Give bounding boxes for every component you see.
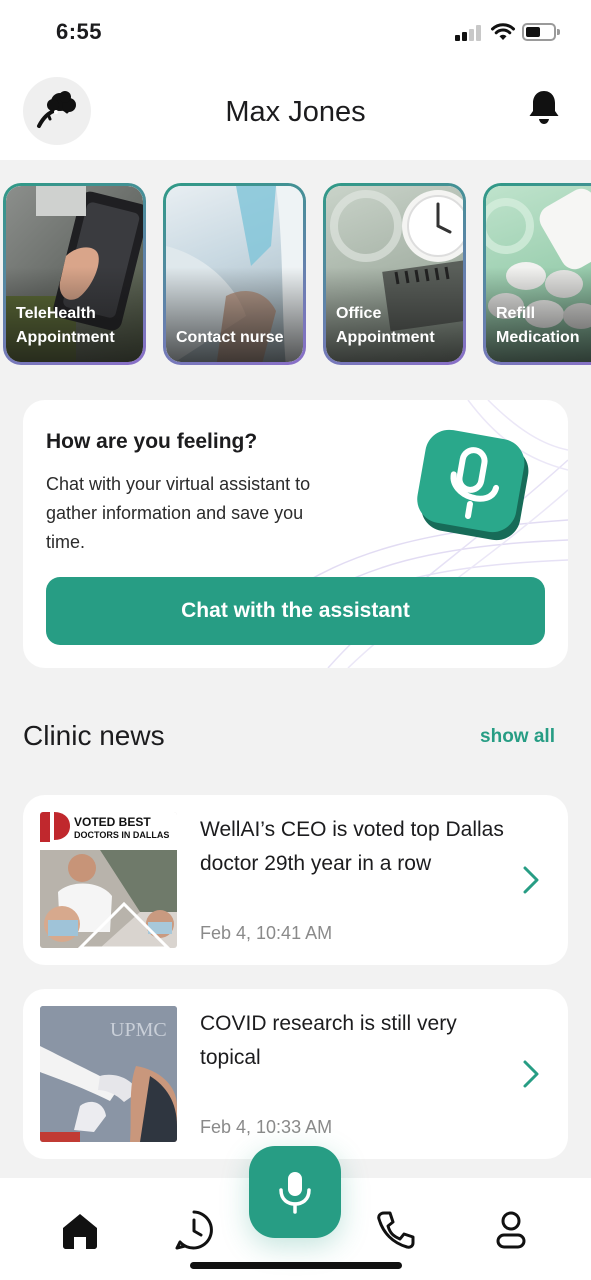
tab-profile[interactable] [489, 1208, 533, 1252]
home-icon [63, 1214, 97, 1249]
news-thumbnail: VOTED BEST DOCTORS IN DALLAS [40, 812, 177, 948]
bell-icon[interactable] [526, 88, 562, 126]
chevron-right-icon [523, 1060, 539, 1088]
chevron-right-icon [523, 866, 539, 894]
assistant-description: Chat with your virtual assistant to gath… [46, 474, 311, 552]
assistant-card: How are you feeling? Chat with your virt… [23, 400, 568, 668]
quick-action-telehealth[interactable]: TeleHealth Appointment [3, 183, 146, 365]
news-headline: COVID research is still very topical [200, 1012, 457, 1069]
thumbnail-caption: UPMC [110, 1019, 167, 1041]
quick-action-refill-medication[interactable]: Refill Medication [483, 183, 591, 365]
cellular-signal-icon [455, 25, 483, 41]
quick-action-contact-nurse[interactable]: Contact nurse [163, 183, 306, 365]
quick-action-label-line2: Medication [496, 329, 580, 346]
home-indicator [190, 1262, 402, 1269]
user-name: Max Jones [225, 96, 366, 128]
clinic-news-title: Clinic news [23, 720, 165, 751]
quick-action-label-line2: Contact nurse [176, 329, 284, 346]
phone-icon [377, 1211, 415, 1249]
assistant-title: How are you feeling? [46, 430, 258, 453]
status-bar: 6:55 [0, 0, 591, 64]
wifi-icon [491, 23, 515, 40]
news-headline: WellAI’s CEO is voted top Dallas doctor … [200, 818, 504, 875]
microphone-icon [279, 1172, 311, 1214]
show-all-link[interactable]: show all [480, 726, 555, 748]
news-date: Feb 4, 10:33 AM [200, 1117, 333, 1137]
quick-action-label-line2: Appointment [16, 329, 115, 346]
news-thumbnail: UPMC [40, 1006, 177, 1142]
news-date: Feb 4, 10:41 AM [200, 923, 333, 943]
svg-text:DOCTORS IN DALLAS: DOCTORS IN DALLAS [74, 830, 169, 840]
profile-icon [496, 1211, 526, 1249]
doctor-collage-image: VOTED BEST DOCTORS IN DALLAS [40, 812, 177, 948]
quick-actions: TeleHealth Appointment Contact nurse Off… [0, 183, 591, 367]
quick-action-label-line1: Office [336, 305, 382, 322]
history-icon [175, 1210, 213, 1250]
microphone-3d-icon [417, 429, 529, 541]
microphone-button[interactable] [249, 1146, 341, 1238]
quick-action-label-line1: TeleHealth [16, 305, 96, 322]
quick-action-office-appointment[interactable]: Office Appointment [323, 183, 466, 365]
tab-home[interactable] [58, 1208, 102, 1252]
quick-action-label-line1: Refill [496, 305, 536, 322]
status-time: 6:55 [56, 19, 103, 44]
chat-with-assistant-button[interactable]: Chat with the assistant [46, 577, 545, 645]
tab-phone[interactable] [374, 1208, 418, 1252]
tab-history[interactable] [172, 1208, 216, 1252]
quick-action-label-line2: Appointment [336, 329, 435, 346]
news-item[interactable]: VOTED BEST DOCTORS IN DALLAS WellAI’s CE… [23, 795, 568, 965]
app-header: Max Jones [0, 64, 591, 160]
battery-icon [522, 23, 560, 41]
vaccination-image: UPMC [40, 1006, 177, 1142]
news-item[interactable]: UPMC COVID research is still very topica… [23, 989, 568, 1159]
thumbnail-caption: VOTED BEST [74, 815, 151, 829]
